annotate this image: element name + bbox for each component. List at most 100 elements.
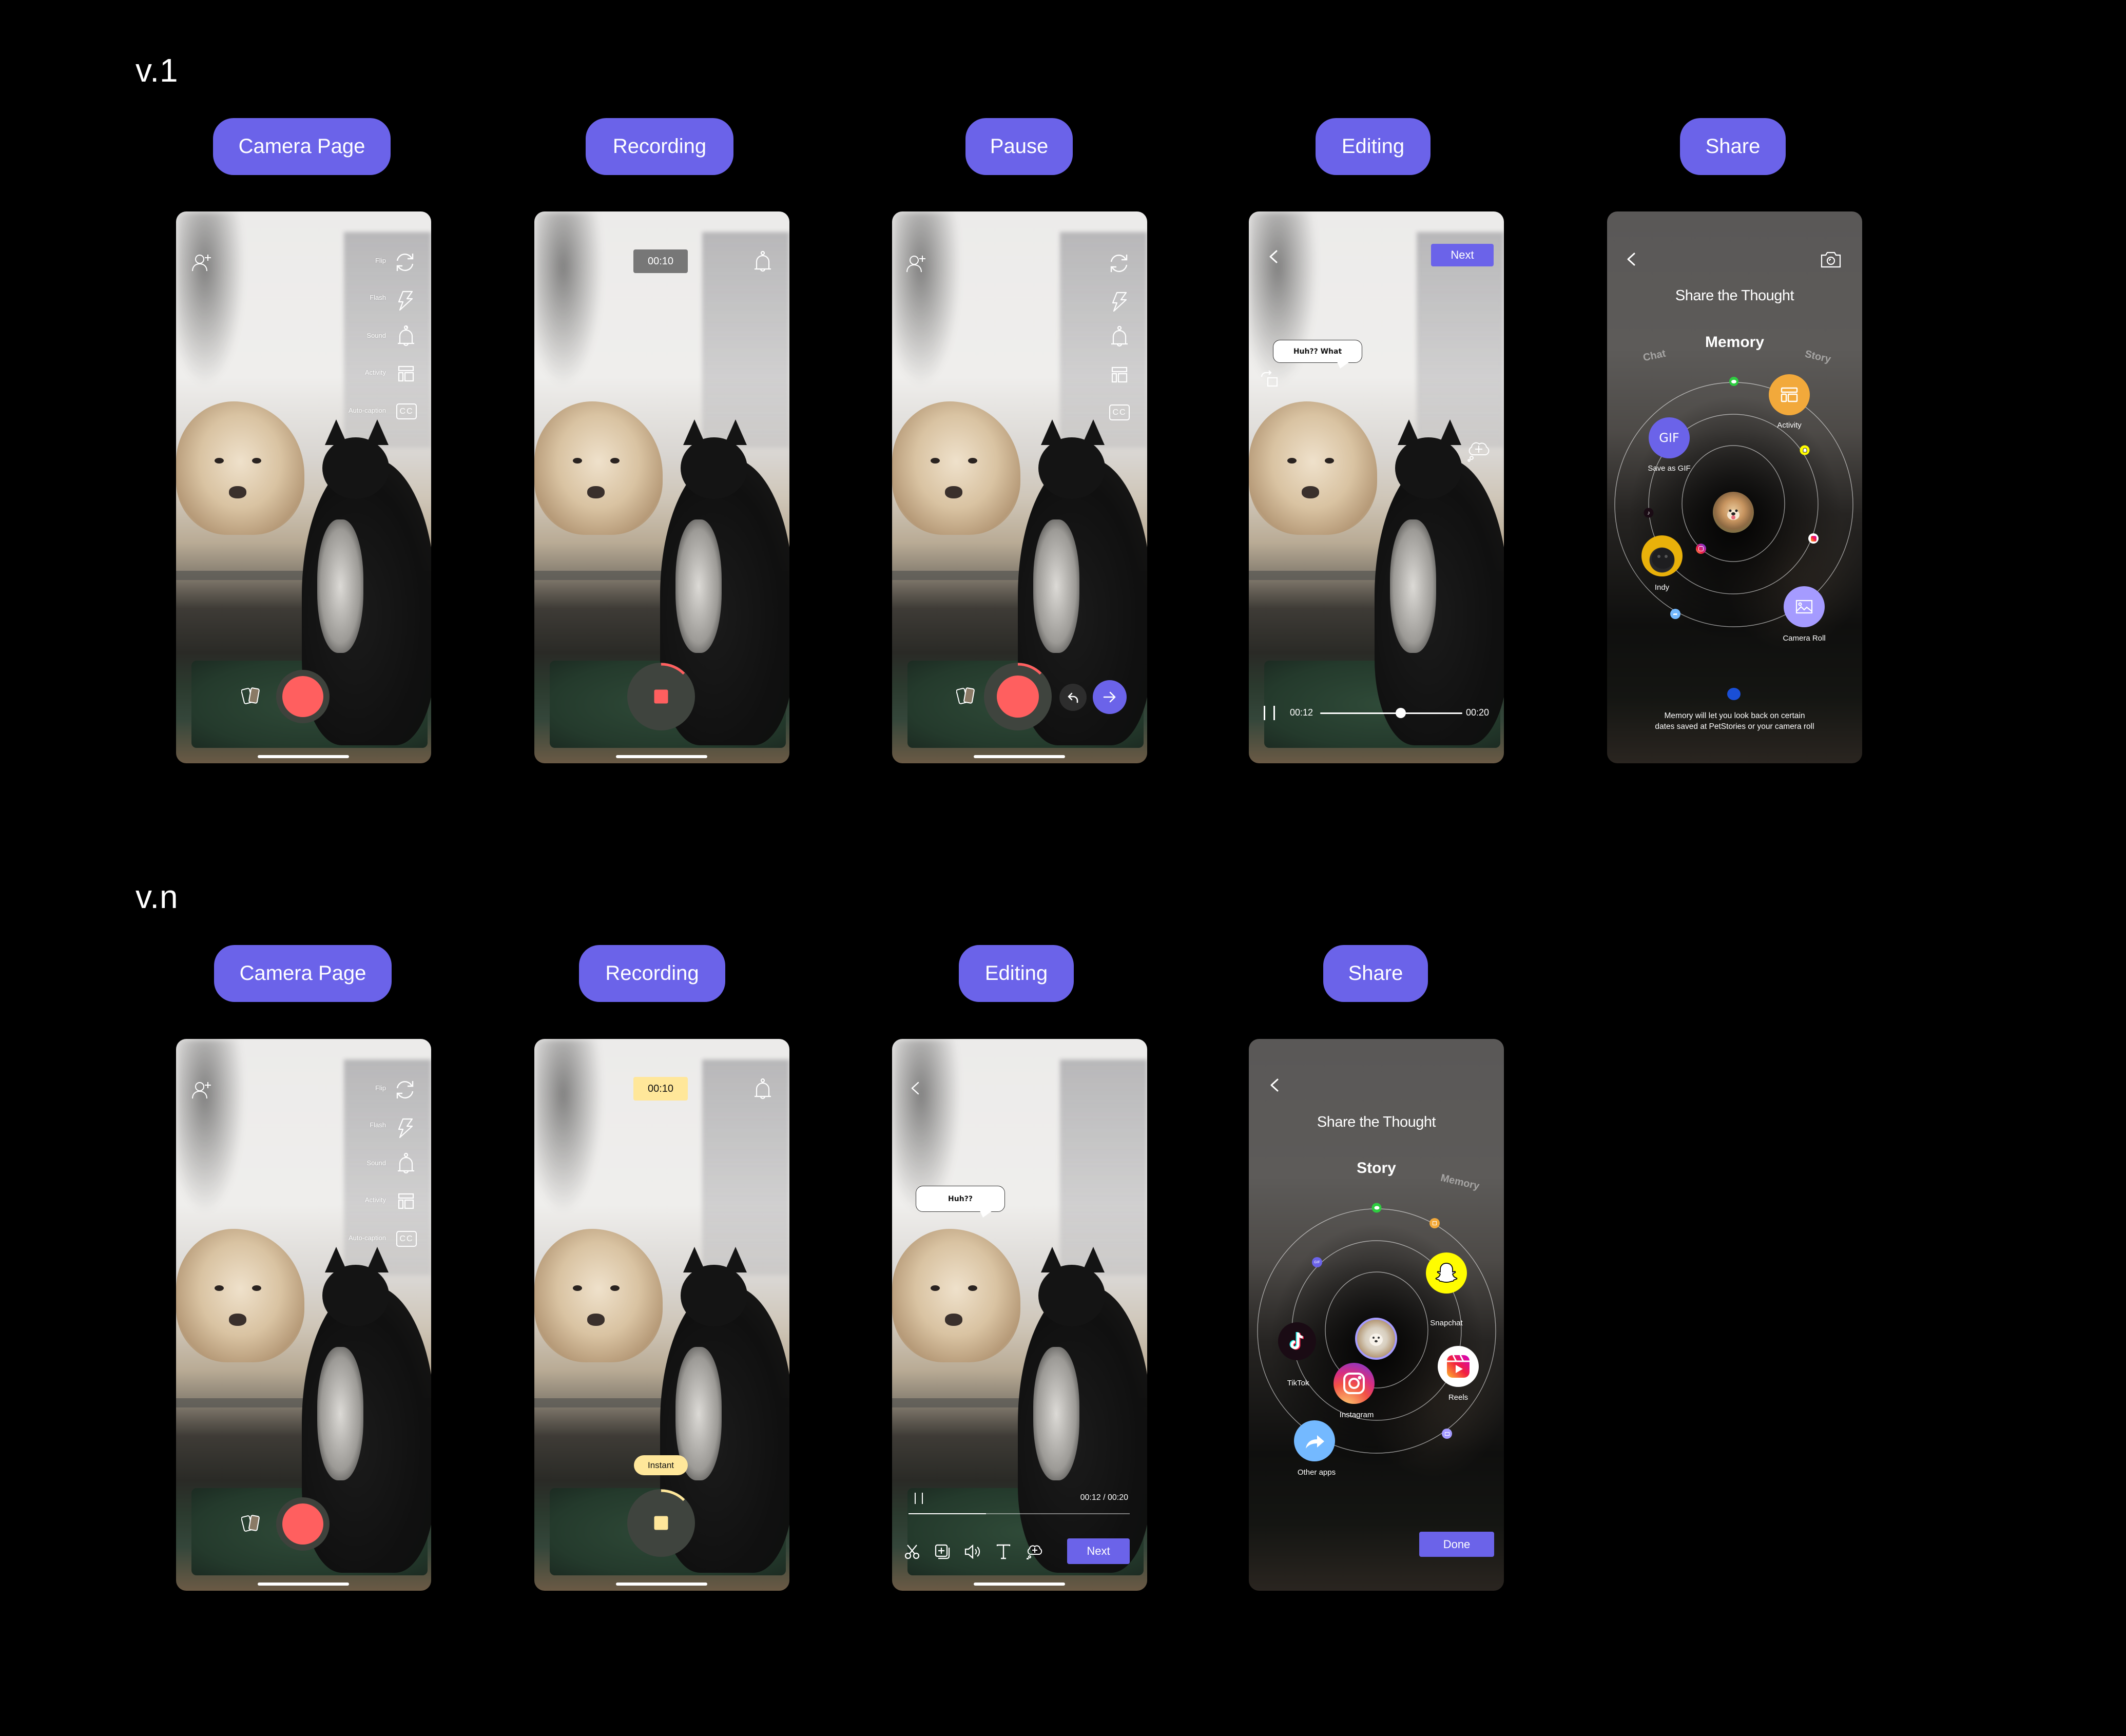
person-add-icon[interactable] [191,1081,213,1100]
bell-icon[interactable] [397,1152,415,1175]
save-as-gif-button[interactable]: GIF [1649,417,1690,458]
bell-icon[interactable] [397,325,415,348]
next-arrow-button[interactable] [1093,680,1127,714]
screen-tag-share[interactable]: Share [1680,118,1786,175]
recording-progress-ring[interactable] [627,663,695,730]
phone-recording-vn: 00:10 Instant [534,1039,789,1591]
record-button[interactable] [276,670,330,723]
screen-tag-recording[interactable]: Recording [586,118,733,175]
pet-avatar[interactable] [1713,492,1754,533]
instagram-dot[interactable] [1696,544,1706,554]
snapchat-dot[interactable] [1800,445,1810,455]
other-apps-button[interactable] [1294,1420,1335,1461]
phone-recording-v1: 00:10 [534,211,789,763]
camera-roll-button[interactable] [1784,586,1825,627]
auto-caption-label: Auto-caption [349,407,386,414]
chat-messages-dot[interactable] [1729,377,1738,386]
closed-caption-icon[interactable]: CC [396,1231,417,1247]
snapchat-button[interactable] [1426,1252,1467,1294]
speech-bubble-sticker[interactable]: Huh?? What [1273,340,1362,369]
next-button[interactable]: Next [1067,1538,1130,1564]
closed-caption-icon[interactable]: CC [396,403,417,419]
add-thought-bubble-icon[interactable] [1466,439,1491,462]
camera-roll-label: Camera Roll [1783,634,1826,643]
instagram-label: Instagram [1339,1411,1374,1419]
speech-bubble-text: Huh?? What [1293,347,1342,356]
description-line-1: Memory will let you look back on certain [1664,711,1805,720]
home-indicator [258,755,349,758]
activity-button[interactable] [1769,374,1810,415]
bell-icon[interactable] [753,250,772,273]
timeline-track[interactable] [1320,712,1462,714]
flash-label: Flash [370,294,386,301]
text-icon[interactable] [996,1544,1011,1559]
gallery-icon[interactable] [956,687,977,706]
instant-mode-badge[interactable]: Instant [634,1455,688,1475]
speech-bubble-sticker[interactable]: Huh?? [916,1186,1005,1218]
screen-tag-camera-page[interactable]: Camera Page [213,118,391,175]
tiktok-dot[interactable]: ♪ [1644,508,1654,518]
dog-face-icon [1727,509,1740,520]
indy-pet-avatar[interactable] [1641,535,1683,576]
undo-button[interactable] [1059,684,1087,711]
recording-progress-ring[interactable] [627,1489,695,1557]
chat-messages-dot[interactable] [1371,1203,1382,1213]
tiktok-icon [1289,1332,1304,1350]
pause-icon[interactable] [915,1493,923,1504]
instagram-button[interactable] [1333,1363,1375,1404]
sound-label: Sound [366,332,386,339]
gallery-icon[interactable] [241,1514,262,1534]
reels-dot[interactable] [1808,533,1819,544]
flash-icon[interactable] [1111,292,1128,312]
pause-icon[interactable] [1264,706,1275,720]
screen-tag-editing[interactable]: Editing [959,945,1074,1002]
bell-icon[interactable] [753,1078,772,1101]
rotate-resize-handle-icon[interactable] [1260,370,1279,388]
flip-camera-icon[interactable] [394,252,416,273]
person-add-icon[interactable] [906,255,927,273]
screen-tag-share[interactable]: Share [1323,945,1428,1002]
record-resume-button[interactable] [984,663,1052,730]
arrow-right-icon [1103,691,1116,703]
bell-icon[interactable] [1110,325,1129,348]
back-chevron-icon[interactable] [1268,249,1279,264]
pet-avatar[interactable] [1355,1318,1397,1360]
share-orbit [1614,382,1853,627]
sound-icon[interactable] [964,1545,981,1559]
screen-tag-pause[interactable]: Pause [965,118,1073,175]
timeline-thumb[interactable] [1396,708,1406,718]
tiktok-button[interactable] [1278,1322,1316,1360]
camera-roll-dot[interactable] [1442,1429,1452,1439]
flip-camera-icon[interactable] [1108,253,1130,274]
add-layer-icon[interactable] [935,1544,950,1559]
timeline-progress[interactable] [909,1513,1130,1514]
thought-add-icon[interactable] [1026,1543,1042,1559]
stop-icon [654,689,668,704]
scissors-icon[interactable] [904,1544,920,1559]
screen-tag-camera-page[interactable]: Camera Page [214,945,392,1002]
activity-layout-icon[interactable] [398,365,414,382]
activity-dot[interactable] [1429,1218,1440,1228]
flip-camera-icon[interactable] [394,1079,416,1101]
gallery-icon[interactable] [241,687,262,706]
closed-caption-icon[interactable]: CC [1109,404,1130,420]
done-button[interactable]: Done [1419,1532,1494,1557]
phone-share-v1: Share the Thought Memory Chat Story Acti… [1607,211,1862,763]
other-apps-dot[interactable]: ➦ [1670,609,1680,619]
activity-layout-icon[interactable] [1111,367,1128,383]
reels-button[interactable] [1438,1346,1479,1387]
screen-tag-editing[interactable]: Editing [1316,118,1431,175]
flash-icon[interactable] [397,1118,414,1139]
flash-icon[interactable] [397,291,414,311]
phone-camera-page-vn: Flip Flash Sound Activity Auto-caption C… [176,1039,431,1591]
record-button[interactable] [276,1497,330,1551]
back-chevron-icon[interactable] [910,1081,921,1095]
gif-dot[interactable]: GIF [1312,1257,1322,1267]
person-add-icon[interactable] [191,254,213,272]
activity-layout-icon[interactable] [398,1193,414,1209]
snapchat-icon [1435,1263,1458,1283]
version-label-vn: v.n [136,878,179,915]
next-button[interactable]: Next [1431,244,1494,266]
phone-share-vn: Share the Thought Story Memory GIF Snapc… [1249,1039,1504,1591]
screen-tag-recording[interactable]: Recording [579,945,725,1002]
